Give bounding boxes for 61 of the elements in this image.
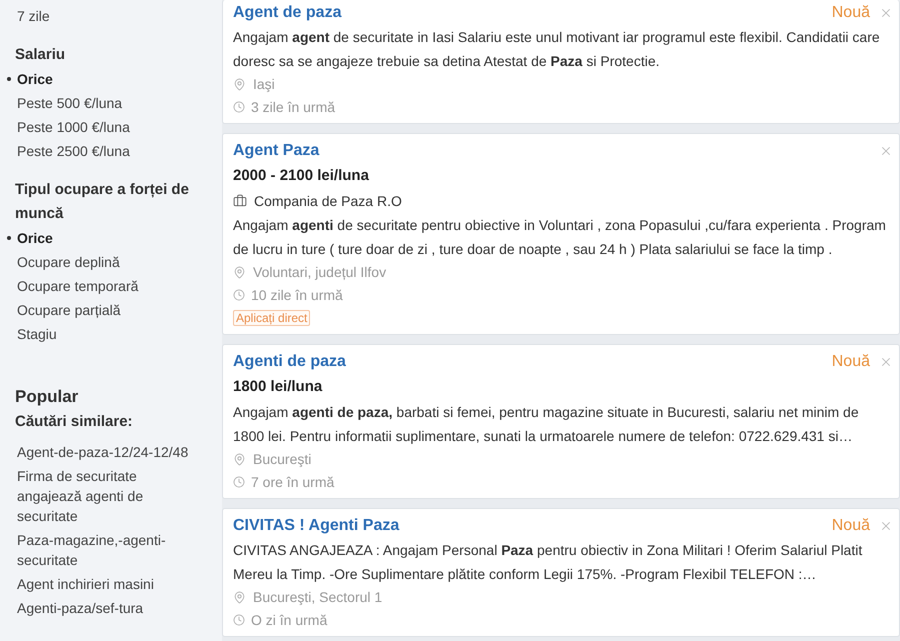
dismiss-button[interactable] xyxy=(879,144,893,158)
filter-option[interactable]: Peste 1000 €/luna xyxy=(17,115,130,139)
posted-time: 10 zile în urmă xyxy=(251,286,343,305)
filter-option[interactable]: Peste 2500 €/luna xyxy=(17,139,130,163)
job-description: CIVITAS ANGAJEAZA : Angajam Personal Paza pentru obiectiv in Zona Militari ! Oferim Salariul Platit Mereu la Timp. -Ore Suplimentare plătite conform Legii 175%. -Program Flexibil TELEFON :… xyxy=(233,541,864,584)
job-description: Angajam agenti de paza, barbati si femei, pentru magazine situate in Bucuresti, salariu net minim de 1800 lei. Pentru informatii suplimentare, sunati la urmatoarele numere de telefon: 0722.629.431 si… xyxy=(233,403,860,446)
apply-direct-tag: Aplicați direct xyxy=(233,310,310,326)
filter-option[interactable]: Orice xyxy=(17,67,53,91)
job-title[interactable]: CIVITAS ! Agenti Paza xyxy=(233,514,400,538)
job-description: Angajam agent de securitate in Iasi Salariu este unul motivant iar programul este flexibil. Candidatii care doresc sa se angajeze trebuie sa detina Atestat de Paza si Protectie. xyxy=(233,28,881,71)
filter-heading: Tipul ocupare a forței de muncă xyxy=(15,180,190,224)
similar-search-link[interactable]: Paza-magazine,-agenti-securitate xyxy=(15,528,197,572)
close-icon xyxy=(879,144,893,158)
similar-search-link[interactable]: Agent-de-paza-12/24-12/48 xyxy=(15,440,197,464)
clock-icon xyxy=(233,614,245,626)
posted-time: 3 zile în urmă xyxy=(251,98,336,117)
job-location: Bucureşti xyxy=(253,450,312,469)
similar-searches-heading: Căutări similare: xyxy=(15,412,134,432)
close-icon xyxy=(879,519,893,533)
similar-search-link[interactable]: Agenti-paza/sef-tura xyxy=(15,596,197,620)
new-label: Nouă xyxy=(832,516,870,536)
location-pin-icon xyxy=(233,266,246,278)
new-label: Nouă xyxy=(832,352,870,372)
briefcase-icon xyxy=(233,194,247,208)
job-salary: 1800 lei/luna xyxy=(233,377,322,397)
job-salary: 2000 - 2100 lei/luna xyxy=(233,166,369,186)
filter-option[interactable]: Peste 500 €/luna xyxy=(17,91,122,115)
job-title[interactable]: Agenti de paza xyxy=(233,350,346,374)
job-title[interactable]: Agent de paza xyxy=(233,1,342,25)
job-location: Iaşi xyxy=(253,75,275,94)
filter-option[interactable]: Stagiu xyxy=(17,322,57,346)
filter-option[interactable]: Orice xyxy=(17,226,53,250)
clock-icon xyxy=(233,289,245,301)
close-icon xyxy=(879,355,893,369)
similar-search-link[interactable]: Firma de securitate angajează agenti de securitate xyxy=(15,464,197,528)
job-description: Angajam agenti de securitate pentru obiective in Voluntari , zona Popasului ,cu/fara experienta . Program de lucru in ture ( ture doar de zi , ture doar de noapte , sau 24 h ) Plata salariului se face la timp . xyxy=(233,216,887,259)
clock-icon xyxy=(233,101,245,113)
posted-time: 7 ore în urmă xyxy=(251,473,334,492)
close-icon xyxy=(879,6,893,20)
bullet-icon xyxy=(7,77,11,81)
section-heading: Popular xyxy=(15,386,80,408)
location-pin-icon xyxy=(233,452,246,466)
dismiss-button[interactable] xyxy=(879,519,893,533)
posted-time: O zi în urmă xyxy=(251,611,328,630)
similar-search-link[interactable]: Agent inchirieri masini xyxy=(15,572,197,596)
clock-icon xyxy=(233,476,245,488)
new-label: Nouă xyxy=(832,3,870,23)
filter-heading: Salariu xyxy=(15,45,66,65)
location-pin-icon xyxy=(233,78,246,90)
filter-option[interactable]: Ocupare deplină xyxy=(17,250,120,274)
company-name: Compania de Paza R.O xyxy=(254,192,402,211)
filter-option[interactable]: Ocupare temporară xyxy=(17,274,138,298)
dismiss-button[interactable] xyxy=(879,6,893,20)
job-location: Voluntari, județul Ilfov xyxy=(253,263,386,282)
bullet-icon xyxy=(7,236,11,240)
job-title[interactable]: Agent Paza xyxy=(233,139,320,163)
location-pin-icon xyxy=(233,590,246,604)
job-location: Bucureşti, Sectorul 1 xyxy=(253,588,382,607)
filter-option[interactable]: Ocupare parțială xyxy=(17,298,121,322)
filter-option[interactable]: 7 zile xyxy=(17,4,50,28)
dismiss-button[interactable] xyxy=(879,355,893,369)
